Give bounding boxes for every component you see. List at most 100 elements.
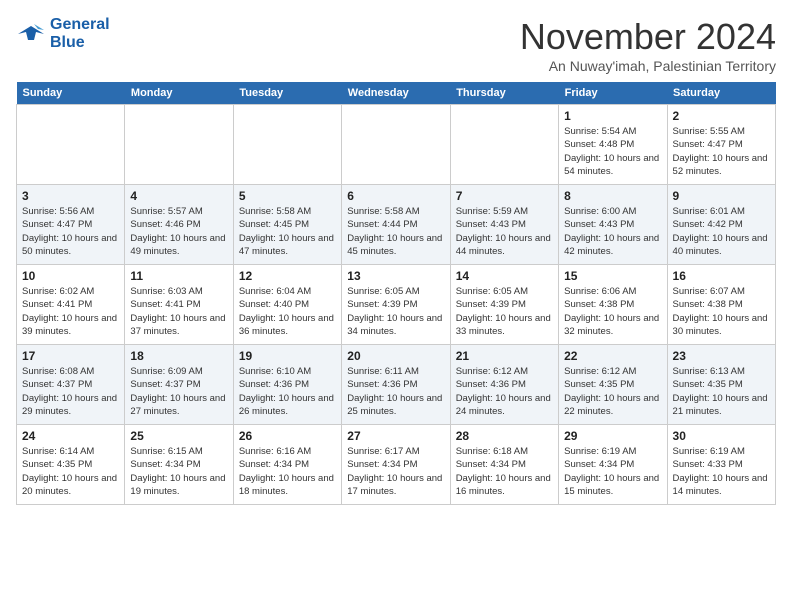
day-number: 19 — [239, 349, 336, 363]
weekday-header-wednesday: Wednesday — [342, 82, 450, 105]
calendar-cell: 5Sunrise: 5:58 AM Sunset: 4:45 PM Daylig… — [233, 185, 341, 265]
day-info: Sunrise: 6:12 AM Sunset: 4:36 PM Dayligh… — [456, 365, 553, 418]
weekday-header-friday: Friday — [559, 82, 667, 105]
calendar-cell: 14 Sunrise: 6:05 AM Sunset: 4:39 PM Dayli… — [450, 265, 558, 345]
calendar-cell: 24 Sunrise: 6:14 AM Sunset: 4:35 PM Dayli… — [17, 425, 125, 505]
calendar-cell: 7 Sunrise: 5:59 AM Sunset: 4:43 PM Daylig… — [450, 185, 558, 265]
day-number: 18 — [130, 349, 227, 363]
calendar-week-1: 1 Sunrise: 5:54 AM Sunset: 4:48 PM Daylig… — [17, 105, 776, 185]
calendar-cell: 29 Sunrise: 6:19 AM Sunset: 4:34 PM Dayli… — [559, 425, 667, 505]
day-info: Sunrise: 6:11 AM Sunset: 4:36 PM Dayligh… — [347, 365, 444, 418]
day-number: 7 — [456, 189, 553, 203]
location-text: An Nuway'imah, Palestinian Territory — [520, 58, 776, 74]
page-header: General Blue November 2024 An Nuway'imah… — [16, 16, 776, 74]
day-number: 10 — [22, 269, 119, 283]
day-info: Sunrise: 6:19 AM Sunset: 4:33 PM Dayligh… — [673, 445, 770, 498]
day-info: Sunrise: 6:17 AM Sunset: 4:34 PM Dayligh… — [347, 445, 444, 498]
day-info: Sunrise: 5:55 AM Sunset: 4:47 PM Dayligh… — [673, 125, 770, 178]
day-info: Sunrise: 6:06 AM Sunset: 4:38 PM Dayligh… — [564, 285, 661, 338]
day-info: Sunrise: 6:07 AM Sunset: 4:38 PM Dayligh… — [673, 285, 770, 338]
day-info: Sunrise: 6:16 AM Sunset: 4:34 PM Dayligh… — [239, 445, 336, 498]
day-number: 5 — [239, 189, 336, 203]
day-info: Sunrise: 6:14 AM Sunset: 4:35 PM Dayligh… — [22, 445, 119, 498]
day-info: Sunrise: 6:04 AM Sunset: 4:40 PM Dayligh… — [239, 285, 336, 338]
calendar-cell: 10 Sunrise: 6:02 AM Sunset: 4:41 PM Dayli… — [17, 265, 125, 345]
calendar-week-4: 17Sunrise: 6:08 AM Sunset: 4:37 PM Dayli… — [17, 345, 776, 425]
day-number: 6 — [347, 189, 444, 203]
day-number: 9 — [673, 189, 770, 203]
day-number: 14 — [456, 269, 553, 283]
day-number: 30 — [673, 429, 770, 443]
calendar-cell: 15Sunrise: 6:06 AM Sunset: 4:38 PM Dayli… — [559, 265, 667, 345]
day-number: 27 — [347, 429, 444, 443]
day-number: 2 — [673, 109, 770, 123]
calendar-cell: 3 Sunrise: 5:56 AM Sunset: 4:47 PM Daylig… — [17, 185, 125, 265]
calendar-cell: 19 Sunrise: 6:10 AM Sunset: 4:36 PM Dayli… — [233, 345, 341, 425]
day-info: Sunrise: 6:00 AM Sunset: 4:43 PM Dayligh… — [564, 205, 661, 258]
day-info: Sunrise: 6:09 AM Sunset: 4:37 PM Dayligh… — [130, 365, 227, 418]
weekday-header-sunday: Sunday — [17, 82, 125, 105]
calendar-cell — [233, 105, 341, 185]
day-info: Sunrise: 6:15 AM Sunset: 4:34 PM Dayligh… — [130, 445, 227, 498]
day-info: Sunrise: 6:03 AM Sunset: 4:41 PM Dayligh… — [130, 285, 227, 338]
day-number: 28 — [456, 429, 553, 443]
day-info: Sunrise: 6:05 AM Sunset: 4:39 PM Dayligh… — [456, 285, 553, 338]
calendar-cell: 16 Sunrise: 6:07 AM Sunset: 4:38 PM Dayli… — [667, 265, 775, 345]
day-number: 25 — [130, 429, 227, 443]
day-number: 29 — [564, 429, 661, 443]
day-number: 3 — [22, 189, 119, 203]
day-number: 12 — [239, 269, 336, 283]
day-info: Sunrise: 6:01 AM Sunset: 4:42 PM Dayligh… — [673, 205, 770, 258]
calendar-cell: 26 Sunrise: 6:16 AM Sunset: 4:34 PM Dayli… — [233, 425, 341, 505]
calendar-cell: 28 Sunrise: 6:18 AM Sunset: 4:34 PM Dayli… — [450, 425, 558, 505]
calendar-cell — [450, 105, 558, 185]
day-info: Sunrise: 5:58 AM Sunset: 4:44 PM Dayligh… — [347, 205, 444, 258]
calendar-cell: 17Sunrise: 6:08 AM Sunset: 4:37 PM Dayli… — [17, 345, 125, 425]
day-number: 20 — [347, 349, 444, 363]
calendar-cell: 22Sunrise: 6:12 AM Sunset: 4:35 PM Dayli… — [559, 345, 667, 425]
calendar-week-5: 24 Sunrise: 6:14 AM Sunset: 4:35 PM Dayli… — [17, 425, 776, 505]
day-number: 21 — [456, 349, 553, 363]
day-info: Sunrise: 6:10 AM Sunset: 4:36 PM Dayligh… — [239, 365, 336, 418]
weekday-header-tuesday: Tuesday — [233, 82, 341, 105]
day-number: 24 — [22, 429, 119, 443]
day-info: Sunrise: 5:57 AM Sunset: 4:46 PM Dayligh… — [130, 205, 227, 258]
calendar-cell: 21 Sunrise: 6:12 AM Sunset: 4:36 PM Dayli… — [450, 345, 558, 425]
day-number: 26 — [239, 429, 336, 443]
day-info: Sunrise: 5:59 AM Sunset: 4:43 PM Dayligh… — [456, 205, 553, 258]
day-number: 17 — [22, 349, 119, 363]
day-info: Sunrise: 6:19 AM Sunset: 4:34 PM Dayligh… — [564, 445, 661, 498]
calendar-cell: 13 Sunrise: 6:05 AM Sunset: 4:39 PM Dayli… — [342, 265, 450, 345]
day-info: Sunrise: 5:56 AM Sunset: 4:47 PM Dayligh… — [22, 205, 119, 258]
day-number: 1 — [564, 109, 661, 123]
calendar-week-2: 3 Sunrise: 5:56 AM Sunset: 4:47 PM Daylig… — [17, 185, 776, 265]
day-info: Sunrise: 6:13 AM Sunset: 4:35 PM Dayligh… — [673, 365, 770, 418]
calendar-cell: 18 Sunrise: 6:09 AM Sunset: 4:37 PM Dayli… — [125, 345, 233, 425]
day-number: 13 — [347, 269, 444, 283]
day-number: 11 — [130, 269, 227, 283]
calendar-cell — [17, 105, 125, 185]
day-info: Sunrise: 5:54 AM Sunset: 4:48 PM Dayligh… — [564, 125, 661, 178]
calendar-cell: 12 Sunrise: 6:04 AM Sunset: 4:40 PM Dayli… — [233, 265, 341, 345]
calendar-cell — [125, 105, 233, 185]
calendar-cell: 27 Sunrise: 6:17 AM Sunset: 4:34 PM Dayli… — [342, 425, 450, 505]
day-info: Sunrise: 6:18 AM Sunset: 4:34 PM Dayligh… — [456, 445, 553, 498]
calendar-cell: 11 Sunrise: 6:03 AM Sunset: 4:41 PM Dayli… — [125, 265, 233, 345]
logo: General Blue — [16, 16, 110, 52]
calendar-cell: 8 Sunrise: 6:00 AM Sunset: 4:43 PM Daylig… — [559, 185, 667, 265]
calendar-cell: 9 Sunrise: 6:01 AM Sunset: 4:42 PM Daylig… — [667, 185, 775, 265]
day-number: 16 — [673, 269, 770, 283]
day-number: 8 — [564, 189, 661, 203]
month-title: November 2024 — [520, 16, 776, 58]
day-info: Sunrise: 6:05 AM Sunset: 4:39 PM Dayligh… — [347, 285, 444, 338]
calendar-cell: 1 Sunrise: 5:54 AM Sunset: 4:48 PM Daylig… — [559, 105, 667, 185]
day-number: 4 — [130, 189, 227, 203]
calendar-cell: 20 Sunrise: 6:11 AM Sunset: 4:36 PM Dayli… — [342, 345, 450, 425]
calendar-table: SundayMondayTuesdayWednesdayThursdayFrid… — [16, 82, 776, 505]
weekday-header-saturday: Saturday — [667, 82, 775, 105]
calendar-week-3: 10 Sunrise: 6:02 AM Sunset: 4:41 PM Dayli… — [17, 265, 776, 345]
title-section: November 2024 An Nuway'imah, Palestinian… — [520, 16, 776, 74]
calendar-cell: 30 Sunrise: 6:19 AM Sunset: 4:33 PM Dayli… — [667, 425, 775, 505]
day-info: Sunrise: 6:02 AM Sunset: 4:41 PM Dayligh… — [22, 285, 119, 338]
calendar-cell: 25 Sunrise: 6:15 AM Sunset: 4:34 PM Dayli… — [125, 425, 233, 505]
